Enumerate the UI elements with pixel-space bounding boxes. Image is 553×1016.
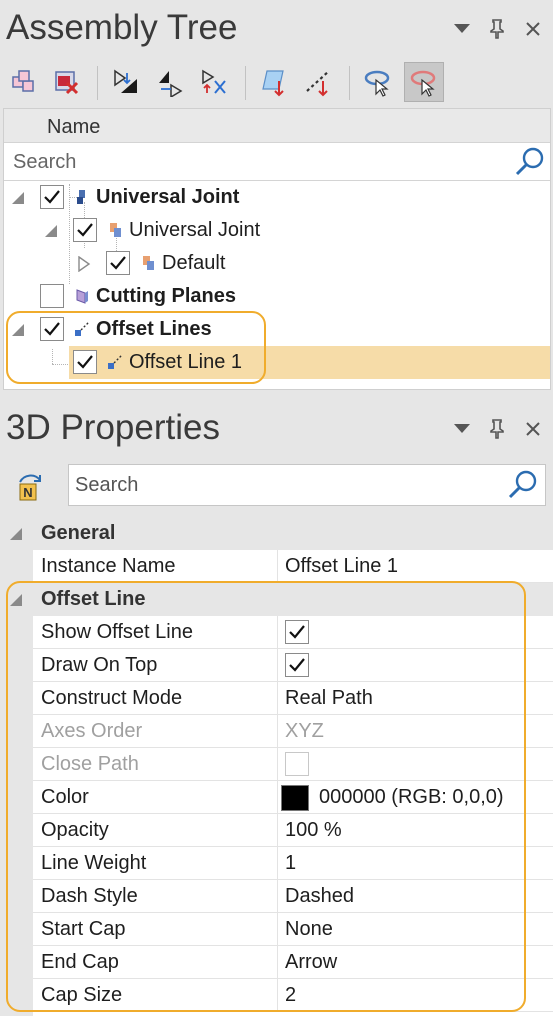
column-divider (277, 550, 278, 583)
insert-assembly-icon[interactable] (4, 62, 44, 102)
expanded-arrow-icon[interactable] (8, 526, 24, 542)
checkmark-icon (110, 256, 126, 270)
move-up-cross-icon[interactable] (194, 62, 234, 102)
assembly-tree-header: Assembly Tree (0, 0, 553, 58)
tree-row-universal-joint-child[interactable]: Universal Joint (4, 214, 550, 247)
name-column-label: Name (47, 116, 101, 138)
expanded-arrow-icon[interactable] (10, 190, 26, 206)
move-down-right-icon[interactable] (106, 62, 146, 102)
tree-node-label: Cutting Planes (96, 285, 237, 307)
toolbar-separator (349, 66, 350, 100)
properties-header: 3D Properties (0, 400, 553, 458)
dropdown-icon[interactable] (449, 415, 475, 443)
move-left-right-icon[interactable] (150, 62, 190, 102)
svg-text:N: N (23, 485, 32, 500)
tree-node-label: Default (162, 252, 226, 274)
universal-joint-icon (77, 190, 85, 204)
tree-search-placeholder: Search (13, 151, 77, 173)
tree-row-default[interactable]: Default (4, 247, 550, 280)
prop-name: Instance Name (41, 555, 176, 577)
pin-icon[interactable] (484, 15, 510, 43)
grid-gutter (3, 550, 33, 583)
assembly-toolbar (0, 58, 553, 108)
name-column-header[interactable]: Name (4, 109, 550, 143)
expanded-arrow-icon[interactable] (43, 223, 59, 239)
tree-node-label: Universal Joint (129, 219, 261, 241)
checkmark-icon (77, 223, 93, 237)
visibility-checkbox[interactable] (73, 218, 97, 242)
visibility-checkbox[interactable] (106, 251, 130, 275)
visibility-checkbox[interactable] (40, 185, 64, 209)
highlight-outline (6, 581, 526, 1012)
prop-instance-name[interactable]: Instance Name Offset Line 1 (33, 550, 553, 583)
properties-search-bar: N Search (0, 458, 553, 514)
part-icon (110, 223, 121, 237)
prop-value[interactable]: Offset Line 1 (285, 555, 398, 578)
remove-assembly-icon[interactable] (46, 62, 86, 102)
properties-search-input[interactable]: Search (68, 464, 546, 506)
tree-row-universal-joint-root[interactable]: Universal Joint (4, 181, 550, 214)
properties-title: 3D Properties (6, 408, 220, 447)
search-icon[interactable] (507, 469, 539, 501)
toolbar-separator (245, 66, 246, 100)
toggle-mode-icon[interactable]: N (14, 472, 46, 504)
category-label: General (41, 522, 116, 544)
toolbar-separator (97, 66, 98, 100)
close-icon[interactable] (520, 415, 546, 443)
properties-search-placeholder: Search (75, 474, 139, 496)
tree-node-label: Universal Joint (96, 186, 240, 208)
category-general[interactable]: General (3, 517, 553, 550)
highlight-outline (6, 311, 266, 384)
visibility-checkbox[interactable] (40, 284, 64, 308)
tree-row-cutting-planes[interactable]: Cutting Planes (4, 280, 550, 313)
pin-icon[interactable] (484, 415, 510, 443)
rotate-select-icon[interactable] (358, 62, 398, 102)
rotate-select-active-icon[interactable] (404, 62, 444, 102)
tree-search-input[interactable]: Search (4, 143, 550, 181)
offset-line-down-icon[interactable] (298, 62, 338, 102)
checkmark-icon (44, 190, 60, 204)
plane-down-icon[interactable] (254, 62, 294, 102)
part-icon (143, 256, 154, 270)
collapsed-arrow-icon[interactable] (76, 256, 92, 272)
close-icon[interactable] (520, 15, 546, 43)
cutting-planes-icon (76, 289, 88, 304)
assembly-tree-title: Assembly Tree (6, 8, 238, 47)
dropdown-icon[interactable] (449, 15, 475, 43)
search-icon[interactable] (514, 146, 546, 178)
